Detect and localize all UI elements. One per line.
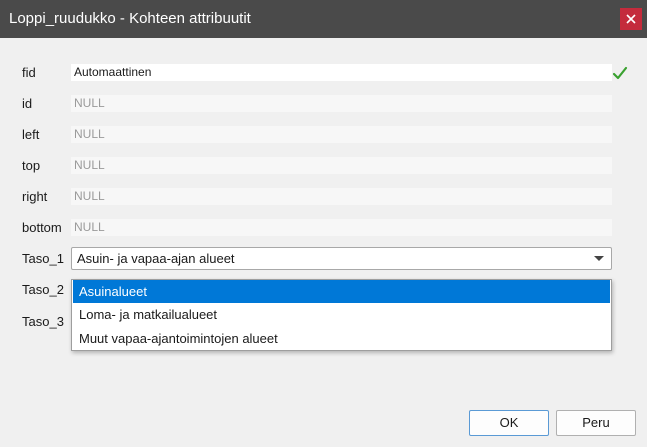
bottom-label: bottom: [22, 220, 62, 235]
title-bar[interactable]: Loppi_ruudukko - Kohteen attribuutit: [0, 0, 647, 38]
taso-1-combobox[interactable]: Asuin- ja vapaa-ajan alueet: [71, 247, 612, 270]
left-field[interactable]: NULL: [71, 126, 612, 143]
taso-3-label: Taso_3: [22, 314, 64, 329]
close-icon: [626, 14, 636, 24]
close-button[interactable]: [620, 8, 642, 30]
id-label: id: [22, 96, 33, 111]
taso-1-dropdown-list: Asuinalueet Loma- ja matkailualueet Muut…: [71, 279, 612, 351]
top-field[interactable]: NULL: [71, 157, 612, 174]
fid-field[interactable]: Automaattinen: [71, 64, 612, 81]
chevron-down-icon: [594, 256, 604, 261]
dropdown-option-loma-ja-matkailualueet[interactable]: Loma- ja matkailualueet: [73, 303, 610, 326]
dropdown-option-muut-vapaa-ajantoimintojen-alueet[interactable]: Muut vapaa-ajantoimintojen alueet: [73, 327, 610, 350]
bottom-field[interactable]: NULL: [71, 219, 612, 236]
cancel-button[interactable]: Peru: [556, 410, 636, 436]
window-title: Loppi_ruudukko - Kohteen attribuutit: [9, 10, 251, 27]
attribute-dialog: Loppi_ruudukko - Kohteen attribuutit fid…: [0, 0, 647, 447]
right-label: right: [22, 189, 48, 204]
ok-button[interactable]: OK: [469, 410, 549, 436]
taso-1-label: Taso_1: [22, 251, 64, 266]
check-icon: [612, 66, 628, 80]
top-label: top: [22, 158, 41, 173]
fid-label: fid: [22, 65, 36, 80]
right-field[interactable]: NULL: [71, 188, 612, 205]
left-label: left: [22, 127, 40, 142]
dropdown-option-asuinalueet[interactable]: Asuinalueet: [73, 280, 610, 303]
taso-2-label: Taso_2: [22, 282, 64, 297]
id-field[interactable]: NULL: [71, 95, 612, 112]
taso-1-value: Asuin- ja vapaa-ajan alueet: [77, 251, 235, 266]
